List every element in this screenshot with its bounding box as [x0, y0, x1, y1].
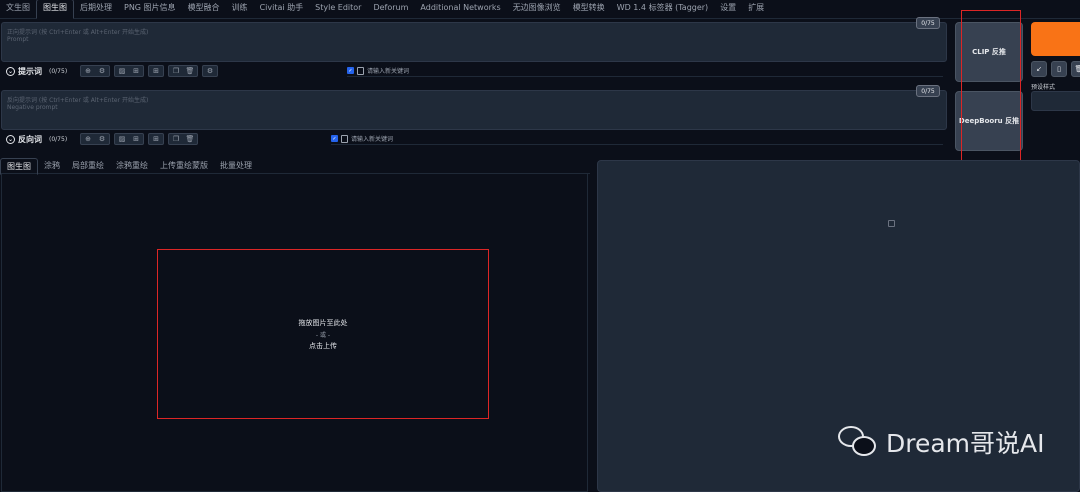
- edit-buttons: ❐ 🗑: [168, 65, 198, 77]
- subtab-inpaint-sketch[interactable]: 涂鸦重绘: [110, 158, 154, 174]
- subtab-inpaint-upload[interactable]: 上传重绘蒙版: [154, 158, 214, 174]
- prompt-token-counter: 0/75: [916, 17, 940, 29]
- image-placeholder-icon: [888, 220, 895, 227]
- img2img-mode-tabs: 图生图 涂鸦 局部重绘 涂鸦重绘 上传重绘蒙版 批量处理: [0, 157, 590, 175]
- copy-icon[interactable]: ❐: [169, 66, 183, 76]
- clipboard-icon: [357, 66, 364, 75]
- import-buttons: ▨ ⊞: [114, 65, 144, 77]
- click-upload-text: 点击上传: [309, 341, 337, 350]
- subtab-sketch[interactable]: 涂鸦: [38, 158, 66, 174]
- tab-settings[interactable]: 设置: [714, 0, 742, 18]
- negative-placeholder: 反向提示词 (按 Ctrl+Enter 或 Alt+Enter 开始生成): [7, 97, 149, 104]
- trash-icon[interactable]: 🗑: [183, 134, 197, 144]
- negative-keyword-input[interactable]: ✓ 请输入新关键词: [331, 133, 943, 145]
- tab-txt2img[interactable]: 文生图: [0, 0, 36, 18]
- negative-token-counter: 0/75: [916, 85, 940, 97]
- trash-icon[interactable]: 🗑: [183, 66, 197, 76]
- style-tool-buttons: ↙ ▯ 🗑: [1031, 61, 1080, 77]
- gear-buttons: ⚙: [202, 65, 218, 77]
- copy-icon[interactable]: ❐: [169, 134, 183, 144]
- grid-icon[interactable]: ⊞: [149, 134, 163, 144]
- checkbox-checked-icon[interactable]: ✓: [347, 67, 354, 74]
- tab-tagger[interactable]: WD 1.4 标签器 (Tagger): [611, 0, 715, 18]
- image-import-icon[interactable]: ▨: [115, 134, 129, 144]
- styles-label: 预设样式: [1031, 84, 1056, 91]
- wechat-logo-icon: [838, 424, 880, 460]
- negative-title[interactable]: ⌄ 反向词 (0/75): [0, 134, 80, 145]
- gear-icon[interactable]: ⚙: [203, 66, 217, 76]
- tab-style-editor[interactable]: Style Editor: [309, 0, 367, 18]
- negative-title-count: (0/75): [49, 135, 68, 143]
- negative-translate-buttons: ⊕ ⚙: [80, 133, 110, 145]
- negative-edit-buttons: ❐ 🗑: [168, 133, 198, 145]
- tab-png-info[interactable]: PNG 图片信息: [118, 0, 182, 18]
- translate-buttons: ⊕ ⚙: [80, 65, 110, 77]
- prompt-title[interactable]: ⌄ 提示词 (0/75): [0, 66, 80, 77]
- negative-grid-buttons: ⊞: [148, 133, 164, 145]
- image-import-icon[interactable]: ▨: [115, 66, 129, 76]
- prompt-placeholder-en: Prompt: [7, 36, 29, 43]
- styles-dropdown[interactable]: [1031, 91, 1080, 111]
- tab-train[interactable]: 训练: [226, 0, 254, 18]
- watermark: Dream哥说AI: [838, 424, 1045, 460]
- highlight-box: [961, 10, 1021, 176]
- subtab-img2img[interactable]: 图生图: [0, 157, 38, 175]
- negative-keyword-placeholder: 请输入新关键词: [351, 136, 394, 143]
- subtab-inpaint[interactable]: 局部重绘: [66, 158, 110, 174]
- tab-deforum[interactable]: Deforum: [367, 0, 414, 18]
- drop-or-text: - 或 -: [315, 331, 331, 339]
- grid-buttons: ⊞: [148, 65, 164, 77]
- image-drop-zone[interactable]: 拖放图片至此处 - 或 - 点击上传: [157, 249, 489, 419]
- subtab-batch[interactable]: 批量处理: [214, 158, 258, 174]
- tab-civitai[interactable]: Civitai 助手: [254, 0, 310, 18]
- prompt-keyword-placeholder: 请输入新关键词: [367, 68, 410, 75]
- settings-icon[interactable]: ⚙: [95, 66, 109, 76]
- tab-img2img[interactable]: 图生图: [36, 0, 74, 19]
- negative-title-label: 反向词: [18, 134, 42, 144]
- grid-icon[interactable]: ⊞: [149, 66, 163, 76]
- tab-merge[interactable]: 模型融合: [182, 0, 226, 18]
- watermark-text: Dream哥说AI: [886, 429, 1045, 458]
- tab-additional-networks[interactable]: Additional Networks: [414, 0, 506, 18]
- drop-text: 拖放图片至此处: [298, 318, 348, 327]
- clipboard-icon: [341, 134, 348, 143]
- chevron-down-icon: ⌄: [6, 134, 15, 144]
- add-icon[interactable]: ⊞: [129, 66, 143, 76]
- prompt-textarea[interactable]: 正向提示词 (按 Ctrl+Enter 或 Alt+Enter 开始生成) Pr…: [1, 17, 947, 62]
- tab-model-convert[interactable]: 模型转换: [567, 0, 611, 18]
- trash-icon[interactable]: 🗑: [1071, 61, 1080, 77]
- negative-prompt-textarea[interactable]: 反向提示词 (按 Ctrl+Enter 或 Alt+Enter 开始生成) Ne…: [1, 85, 947, 130]
- prompt-keyword-input[interactable]: ✓ 请输入新关键词: [347, 65, 943, 77]
- globe-icon[interactable]: ⊕: [81, 66, 95, 76]
- chevron-down-icon: ⌄: [6, 66, 15, 76]
- checkbox-checked-icon[interactable]: ✓: [331, 135, 338, 142]
- negative-import-buttons: ▨ ⊞: [114, 133, 144, 145]
- prompt-title-count: (0/75): [49, 67, 68, 75]
- prompt-title-label: 提示词: [18, 66, 42, 76]
- settings-icon[interactable]: ⚙: [95, 134, 109, 144]
- generate-button[interactable]: [1031, 22, 1080, 56]
- globe-icon[interactable]: ⊕: [81, 134, 95, 144]
- prompt-placeholder: 正向提示词 (按 Ctrl+Enter 或 Alt+Enter 开始生成): [7, 29, 149, 36]
- negative-placeholder-en: Negative prompt: [7, 104, 58, 111]
- tab-image-browser[interactable]: 无边图像浏览: [507, 0, 567, 18]
- add-icon[interactable]: ⊞: [129, 134, 143, 144]
- tab-extensions[interactable]: 扩展: [742, 0, 770, 18]
- apply-style-icon[interactable]: ↙: [1031, 61, 1047, 77]
- tab-extras[interactable]: 后期处理: [74, 0, 118, 18]
- clipboard-icon[interactable]: ▯: [1051, 61, 1067, 77]
